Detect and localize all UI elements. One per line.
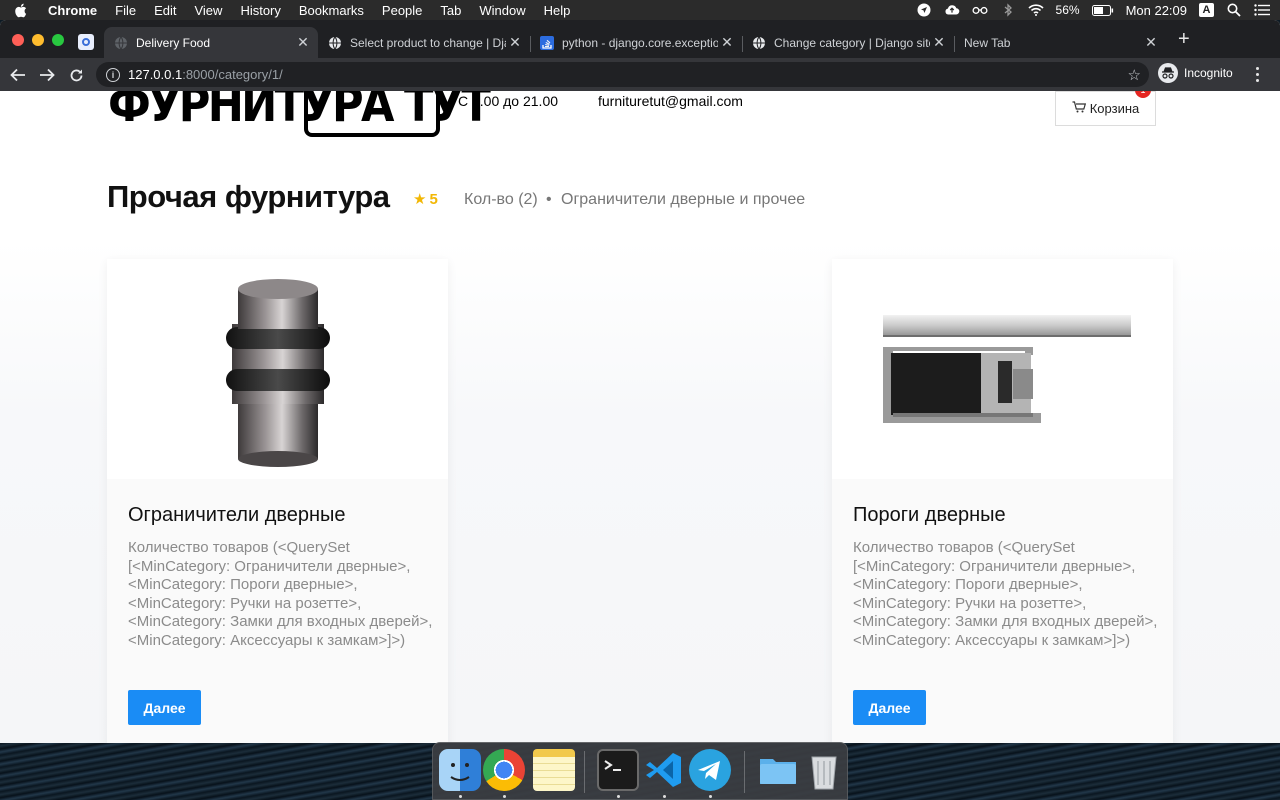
rating-value: 5 — [429, 190, 438, 208]
dock — [432, 742, 848, 800]
cloud-upload-icon[interactable] — [944, 3, 960, 17]
close-tab-icon[interactable]: ✕ — [506, 34, 524, 51]
tab-title: python - django.core.exception — [562, 35, 718, 50]
tab-new-tab[interactable]: New Tab ✕ — [954, 27, 1166, 58]
forward-arrow-icon[interactable] — [37, 65, 57, 85]
browser-menu-icon[interactable] — [1256, 67, 1259, 82]
product-card[interactable]: Ограничители дверные Количество товаров … — [107, 259, 448, 743]
cart-label: Корзина — [1089, 101, 1140, 116]
tab-title: Delivery Food — [136, 35, 211, 50]
address-bar[interactable]: i 127.0.0.1:8000/category/1/ ☆ — [96, 62, 1149, 87]
minimize-window-button[interactable] — [32, 34, 44, 46]
meta-separator: • — [546, 191, 552, 208]
menu-people[interactable]: People — [382, 3, 422, 18]
menu-bookmarks[interactable]: Bookmarks — [299, 3, 364, 18]
bookmark-star-icon[interactable]: ☆ — [1128, 66, 1141, 84]
incognito-indicator[interactable]: Incognito — [1158, 63, 1233, 83]
finder-icon[interactable] — [439, 749, 481, 791]
menu-tab[interactable]: Tab — [440, 3, 461, 18]
spotlight-search-icon[interactable] — [1226, 3, 1242, 17]
menu-edit[interactable]: Edit — [154, 3, 176, 18]
site-logo[interactable]: ФУРНИТУРА ТУТ — [108, 91, 491, 137]
telegram-icon[interactable] — [689, 749, 731, 791]
reload-icon[interactable] — [66, 65, 86, 85]
close-window-button[interactable] — [12, 34, 24, 46]
category-rating: ★ 5 — [413, 190, 438, 209]
tab-title: New Tab — [964, 35, 1011, 50]
downloads-folder-icon[interactable] — [757, 749, 799, 791]
url-host: 127.0.0.1 — [128, 67, 183, 82]
battery-icon[interactable] — [1091, 3, 1114, 17]
subcategory-label: Ограничители дверные и прочее — [561, 191, 806, 208]
vscode-icon[interactable] — [643, 749, 685, 791]
menu-file[interactable]: File — [115, 3, 136, 18]
input-source-icon[interactable]: A — [1199, 3, 1214, 17]
globe-icon — [752, 36, 766, 50]
globe-icon — [328, 36, 342, 50]
close-tab-icon[interactable]: ✕ — [930, 34, 948, 51]
card-title: Пороги дверные — [853, 504, 1006, 526]
cart-icon — [1072, 101, 1086, 116]
tab-python-exception[interactable]: python - django.core.exception ✕ — [530, 27, 743, 58]
close-tab-icon[interactable]: ✕ — [294, 34, 312, 51]
cart-button[interactable]: Корзина 1 — [1055, 91, 1156, 126]
contact-email[interactable]: furnituretut@gmail.com — [598, 93, 743, 109]
clock[interactable]: Mon 22:09 — [1126, 3, 1187, 18]
star-icon: ★ — [413, 191, 427, 208]
stackoverflow-icon — [540, 35, 554, 50]
cart-count-badge: 1 — [1135, 91, 1151, 98]
wifi-icon[interactable] — [1027, 3, 1044, 17]
menu-window[interactable]: Window — [479, 3, 525, 18]
close-tab-icon[interactable]: ✕ — [718, 34, 736, 51]
more-button[interactable]: Далее — [128, 690, 201, 725]
terminal-icon[interactable] — [597, 749, 639, 791]
apple-icon[interactable] — [14, 3, 30, 18]
browser-window: Delivery Food ✕ Select product to change… — [0, 20, 1280, 743]
tab-title: Select product to change | Dja — [350, 35, 506, 50]
menu-help[interactable]: Help — [544, 3, 571, 18]
menu-app-name[interactable]: Chrome — [48, 3, 97, 18]
close-tab-icon[interactable]: ✕ — [1142, 34, 1160, 51]
zoom-window-button[interactable] — [52, 34, 64, 46]
chrome-icon[interactable] — [483, 749, 525, 791]
category-count: Кол-во (2) — [464, 191, 538, 208]
working-hours: С 9.00 до 21.00 — [458, 93, 559, 109]
web-page: ФУРНИТУРА ТУТ С 9.00 до 21.00 furnituret… — [0, 91, 1280, 743]
incognito-label: Incognito — [1184, 66, 1233, 80]
status-area: 56% Mon 22:09 A — [916, 0, 1270, 20]
door-threshold-image — [832, 259, 1173, 479]
more-button[interactable]: Далее — [853, 690, 926, 725]
tab-title: Change category | Django site — [774, 35, 930, 50]
tab-strip: Delivery Food ✕ Select product to change… — [0, 20, 1280, 58]
new-tab-button[interactable]: + — [1178, 29, 1190, 49]
back-arrow-icon[interactable] — [8, 65, 28, 85]
door-stopper-image — [107, 259, 448, 479]
logo-frame — [304, 91, 440, 137]
notes-icon[interactable] — [533, 749, 575, 791]
bluetooth-icon[interactable] — [1000, 3, 1016, 17]
tab-delivery-food[interactable]: Delivery Food ✕ — [104, 27, 318, 58]
incognito-icon — [1158, 63, 1178, 83]
url-path: :8000/category/1/ — [182, 67, 283, 82]
globe-icon — [114, 36, 128, 50]
pinned-tab-icon[interactable] — [78, 34, 94, 50]
location-icon[interactable] — [916, 3, 932, 17]
menu-history[interactable]: History — [240, 3, 280, 18]
card-description: Количество товаров (<QuerySet [<MinCateg… — [128, 539, 433, 649]
battery-percent: 56% — [1055, 3, 1080, 17]
glasses-icon[interactable] — [972, 3, 988, 17]
macos-menu-bar: Chrome File Edit View History Bookmarks … — [0, 0, 1280, 20]
browser-toolbar: i 127.0.0.1:8000/category/1/ ☆ Incognito — [0, 58, 1280, 91]
site-info-icon[interactable]: i — [106, 67, 120, 82]
card-description: Количество товаров (<QuerySet [<MinCateg… — [853, 539, 1158, 649]
tab-select-product[interactable]: Select product to change | Dja ✕ — [318, 27, 531, 58]
notification-center-icon[interactable] — [1254, 3, 1270, 17]
category-title: Прочая фурнитура — [107, 179, 390, 214]
menu-view[interactable]: View — [194, 3, 222, 18]
tab-change-category[interactable]: Change category | Django site ✕ — [742, 27, 955, 58]
card-title: Ограничители дверные — [128, 504, 346, 526]
trash-icon[interactable] — [803, 749, 845, 791]
product-card[interactable]: Пороги дверные Количество товаров (<Quer… — [832, 259, 1173, 743]
window-controls — [12, 34, 64, 46]
